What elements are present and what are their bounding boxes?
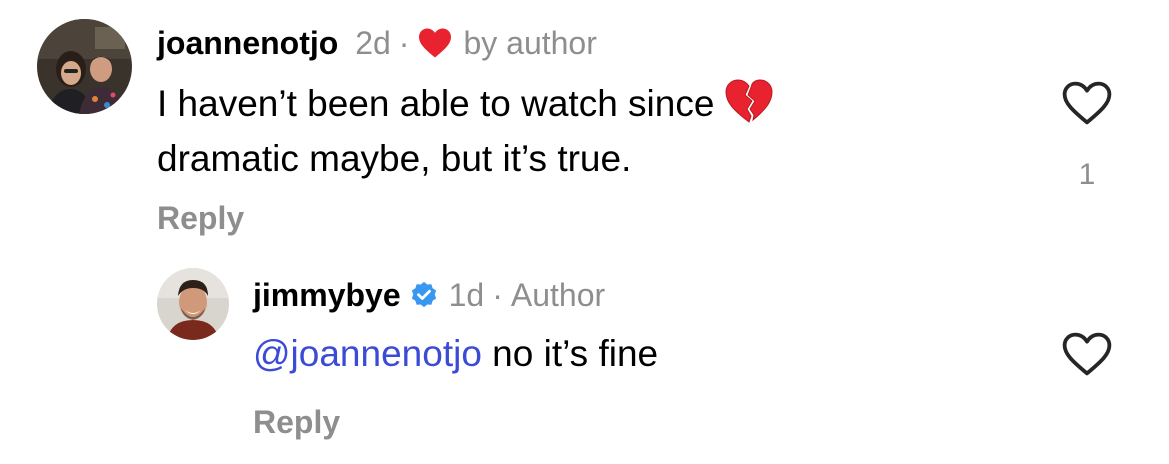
like-button[interactable] xyxy=(1061,331,1113,377)
comment-text-line-1: I haven’t been able to watch since xyxy=(157,83,715,124)
comment-text: I haven’t been able to watch since drama… xyxy=(157,78,774,182)
reply-text-body: no it’s fine xyxy=(481,333,659,374)
like-button[interactable] xyxy=(1061,80,1113,126)
separator: · xyxy=(398,25,410,61)
comment-header: joannenotjo 2d · by author xyxy=(157,23,597,68)
comment-text-line-2: dramatic maybe, but it’s true. xyxy=(157,138,632,179)
reply-header: jimmybye 1d · Author xyxy=(253,275,605,319)
reply-button[interactable]: Reply xyxy=(157,198,244,238)
red-heart-icon xyxy=(417,27,453,68)
liked-by-author-label: by author xyxy=(463,25,597,61)
author-label: Author xyxy=(510,277,606,313)
heart-outline-icon xyxy=(1061,332,1113,381)
separator: · xyxy=(492,277,503,313)
reply-age: 1d xyxy=(448,277,485,313)
like-count: 1 xyxy=(1078,158,1096,191)
avatar-joannenotjo[interactable] xyxy=(37,19,132,114)
username[interactable]: jimmybye xyxy=(253,277,401,313)
avatar-jimmybye[interactable] xyxy=(157,268,229,340)
heart-outline-icon xyxy=(1061,81,1113,130)
reply-text: @joannenotjo no it’s fine xyxy=(253,330,658,377)
mention-link[interactable]: @joannenotjo xyxy=(253,333,482,374)
verified-badge-icon xyxy=(409,279,439,319)
comment-age: 2d xyxy=(355,25,391,61)
reply-button[interactable]: Reply xyxy=(253,402,340,442)
username[interactable]: joannenotjo xyxy=(157,25,338,61)
broken-heart-icon xyxy=(724,78,774,135)
